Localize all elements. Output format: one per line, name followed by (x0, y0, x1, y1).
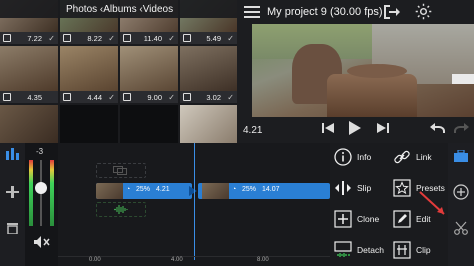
volume-level: -3 (36, 147, 44, 156)
split-icon[interactable] (6, 186, 19, 198)
gear-icon[interactable] (415, 3, 432, 20)
clip-duration: 14.07 (262, 186, 280, 193)
thumb-duration: 11.40 (143, 34, 162, 43)
checkmark-icon: ✓ (168, 93, 175, 102)
media-thumb[interactable]: 3.02 ✓ (180, 46, 237, 103)
film-icon (123, 34, 131, 42)
playhead[interactable] (194, 143, 195, 260)
clone-button[interactable]: Clone (334, 210, 379, 228)
add-icon[interactable] (453, 184, 469, 200)
star-icon (393, 179, 411, 197)
thumb-duration: 9.00 (147, 93, 162, 102)
thumb-duration: 3.02 (206, 93, 221, 102)
slip-button[interactable]: Slip (334, 179, 371, 197)
project-title[interactable]: My project 9 (30.00 fps) (267, 6, 383, 18)
checkmark-icon: ✓ (227, 93, 234, 102)
meter-bar-right (50, 160, 54, 226)
link-button[interactable]: Link (393, 148, 432, 166)
ruler-label: 4.00 (171, 257, 183, 263)
mute-icon[interactable] (34, 236, 50, 248)
media-thumb[interactable] (60, 105, 118, 143)
checkmark-icon: ✓ (48, 34, 55, 43)
link-label: Link (416, 152, 432, 162)
menu-icon[interactable] (244, 6, 260, 18)
media-thumb[interactable]: 4.44 ✓ (60, 46, 118, 103)
thumb-duration: 4.44 (87, 93, 102, 102)
checkmark-icon: ✓ (168, 34, 175, 43)
speed-icon: ◔ (126, 186, 131, 193)
timecode: 4.21 (243, 125, 263, 136)
pencil-icon (393, 210, 411, 228)
annotation-arrow (418, 190, 448, 218)
play-icon[interactable] (349, 121, 361, 135)
redo-icon[interactable] (454, 122, 469, 134)
browser-breadcrumb[interactable]: Photos ‹Albums ‹Videos (66, 4, 173, 15)
video-preview[interactable] (252, 24, 474, 117)
meter-bar-left (29, 160, 33, 226)
timeline-clip[interactable]: ◔ 25% 14.07 (198, 183, 330, 199)
transition-marker[interactable] (189, 186, 197, 196)
titles-icon (113, 166, 127, 175)
thumb-duration: 5.49 (206, 34, 221, 43)
film-icon (3, 34, 11, 42)
speed-icon: ◔ (232, 186, 237, 193)
briefcase-icon[interactable] (454, 150, 468, 162)
waveform-icon (114, 205, 128, 214)
clone-label: Clone (357, 214, 380, 224)
thumb-duration: 4.35 (27, 93, 42, 102)
bar-chart-icon[interactable] (6, 148, 19, 160)
skip-back-icon[interactable] (322, 122, 334, 134)
clip-icon (393, 241, 411, 259)
clip-thumbnail (202, 183, 229, 199)
info-icon (334, 148, 352, 166)
ruler-label: 0.00 (89, 257, 101, 263)
clip-percent: 25% (136, 186, 151, 193)
media-thumb[interactable] (0, 105, 58, 143)
film-icon (123, 93, 131, 101)
volume-slider-handle[interactable] (35, 182, 47, 194)
info-button[interactable]: Info (334, 148, 371, 166)
media-thumb[interactable] (180, 105, 237, 143)
film-icon (183, 93, 191, 101)
film-icon (63, 34, 71, 42)
slip-icon (334, 179, 352, 197)
info-label: Info (357, 152, 372, 162)
ruler-label: 8.00 (257, 257, 269, 263)
link-icon (393, 148, 411, 166)
clip-thumbnail (96, 183, 123, 199)
slip-label: Slip (357, 183, 372, 193)
export-icon[interactable] (382, 4, 400, 20)
media-thumb[interactable]: 4.35 (0, 46, 58, 103)
thumb-duration: 8.22 (87, 34, 102, 43)
undo-icon[interactable] (430, 122, 445, 134)
detach-button[interactable]: Detach (334, 241, 384, 259)
trash-icon[interactable] (7, 222, 18, 234)
film-icon (3, 93, 11, 101)
checkmark-icon: ✓ (108, 34, 115, 43)
detach-label: Detach (357, 245, 384, 255)
skip-forward-icon[interactable] (377, 122, 389, 134)
film-icon (183, 34, 191, 42)
film-icon (63, 93, 71, 101)
clip-label: Clip (416, 245, 431, 255)
scissors-icon[interactable] (454, 221, 468, 235)
clone-icon (334, 210, 352, 228)
media-thumb[interactable] (120, 105, 178, 143)
clip-percent: 25% (242, 186, 257, 193)
clip-button[interactable]: Clip (393, 241, 431, 259)
checkmark-icon: ✓ (108, 93, 115, 102)
checkmark-icon: ✓ (227, 34, 234, 43)
media-thumb[interactable]: 9.00 ✓ (120, 46, 178, 103)
detach-icon (334, 241, 352, 259)
clip-duration: 4.21 (156, 186, 170, 193)
left-toolbar (0, 143, 25, 266)
thumb-duration: 7.22 (27, 34, 42, 43)
timeline-clip[interactable]: ◔ 25% 4.21 (96, 183, 192, 199)
